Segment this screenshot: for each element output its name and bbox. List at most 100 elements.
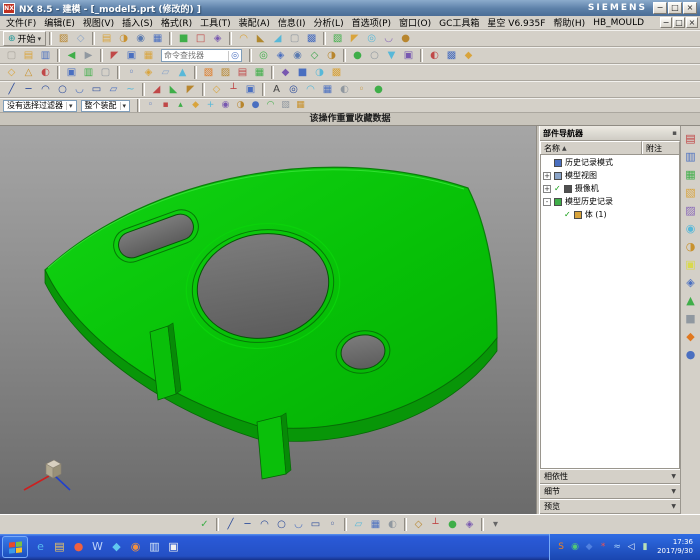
volume-icon[interactable]: ◁	[624, 540, 638, 554]
navigator-section-1[interactable]: 细节▼	[540, 484, 680, 499]
minimize-button[interactable]: −	[653, 2, 667, 14]
profile-icon[interactable]: ╱	[222, 517, 239, 533]
menu-item-10[interactable]: 窗口(O)	[395, 16, 435, 29]
snapshot-icon[interactable]: ▣	[400, 48, 417, 64]
fillet-icon[interactable]: ◡	[290, 517, 307, 533]
new-icon[interactable]: ▢	[3, 48, 20, 64]
hd3d-tools-icon[interactable]: ▨	[683, 203, 699, 218]
fit-view-icon[interactable]: ◈	[272, 48, 289, 64]
start-menu-button[interactable]: ⊕ 开始 ▾	[3, 31, 46, 46]
plane-icon[interactable]: ▱	[157, 65, 174, 81]
intersect-icon[interactable]: ◈	[209, 31, 226, 47]
touch-mode-icon[interactable]: ●	[683, 347, 699, 362]
refresh-icon[interactable]: ◎	[255, 48, 272, 64]
roles-icon[interactable]: ■	[683, 311, 699, 326]
menu-item-6[interactable]: 装配(A)	[235, 16, 274, 29]
reuse-library-icon[interactable]: ▧	[683, 185, 699, 200]
delete-face-icon[interactable]: ▤	[234, 65, 251, 81]
revolve-icon[interactable]: ◑	[115, 31, 132, 47]
copy-icon[interactable]: ▣	[123, 48, 140, 64]
mirror-curve-icon[interactable]: ◐	[336, 82, 353, 98]
process-studio-icon[interactable]: ◈	[683, 275, 699, 290]
resize-face-icon[interactable]: ▦	[251, 65, 268, 81]
constraints-icon[interactable]: ┴	[427, 517, 444, 533]
pan-icon[interactable]: ◇	[306, 48, 323, 64]
studio-spline-icon[interactable]: ~	[122, 82, 139, 98]
existing-point-icon[interactable]: ●	[248, 99, 263, 112]
center-leg[interactable]	[257, 413, 291, 479]
dimension-icon[interactable]: ◇	[208, 82, 225, 98]
pattern-curve-icon[interactable]: ▦	[319, 82, 336, 98]
menu-item-13[interactable]: 帮助(H)	[549, 16, 589, 29]
nx-shortcut-icon[interactable]: ▣	[164, 537, 183, 557]
paste-icon[interactable]: ▦	[140, 48, 157, 64]
quick-extend-icon[interactable]: ◣	[165, 82, 182, 98]
display-constraints-icon[interactable]: ●	[444, 517, 461, 533]
point-icon[interactable]: ◦	[324, 517, 341, 533]
menu-item-1[interactable]: 编辑(E)	[40, 16, 79, 29]
explorer-icon[interactable]: ▤	[50, 537, 69, 557]
geometric-constraints-icon[interactable]: ┴	[225, 82, 242, 98]
menu-item-3[interactable]: 插入(S)	[118, 16, 157, 29]
unite-icon[interactable]: ■	[175, 31, 192, 47]
quadrant-point-icon[interactable]: ◑	[233, 99, 248, 112]
checkmark-icon[interactable]: ✓	[554, 184, 561, 193]
quick-trim-icon[interactable]: ◢	[148, 82, 165, 98]
intersection-snap-icon[interactable]: +	[203, 99, 218, 112]
media-player-icon[interactable]: ●	[69, 537, 88, 557]
circle-icon[interactable]: ○	[54, 82, 71, 98]
menu-item-9[interactable]: 首选项(P)	[348, 16, 395, 29]
close-button[interactable]: ×	[683, 2, 697, 14]
thread-icon[interactable]: ▩	[303, 31, 320, 47]
line-icon[interactable]: ─	[20, 82, 37, 98]
column-header-name[interactable]: 名称 ▲	[540, 141, 642, 154]
menu-item-11[interactable]: GC工具箱	[435, 16, 483, 29]
menu-item-14[interactable]: HB_MOULD	[589, 18, 648, 28]
qq-icon[interactable]: ◆	[107, 537, 126, 557]
swept-icon[interactable]: ◡	[380, 31, 397, 47]
chamfer-icon[interactable]: ◣	[252, 31, 269, 47]
menu-item-2[interactable]: 视图(V)	[79, 16, 118, 29]
mdi-minimize-button[interactable]: −	[660, 17, 672, 28]
mdi-restore-button[interactable]: □	[673, 17, 685, 28]
menu-item-8[interactable]: 分析(L)	[310, 16, 348, 29]
column-header-note[interactable]: 附注	[642, 141, 680, 154]
sketch-icon[interactable]: ▨	[55, 31, 72, 47]
point-icon[interactable]: ◦	[123, 65, 140, 81]
collapse-icon[interactable]: -	[543, 198, 551, 206]
command-finder[interactable]: ◎	[161, 49, 242, 62]
graphics-viewport[interactable]	[0, 126, 536, 514]
edge-blend-icon[interactable]: ◠	[235, 31, 252, 47]
rectangle-icon[interactable]: ▭	[88, 82, 105, 98]
undo-icon[interactable]: ◀	[63, 48, 80, 64]
tube-icon[interactable]: ●	[397, 31, 414, 47]
wave-link-icon[interactable]: ◆	[277, 65, 294, 81]
offset-surface-icon[interactable]: ▧	[329, 31, 346, 47]
measure-distance-icon[interactable]: ◇	[3, 65, 20, 81]
wcs-triad[interactable]	[24, 460, 70, 490]
notepad-icon[interactable]: ▥	[145, 537, 164, 557]
replace-face-icon[interactable]: ▨	[217, 65, 234, 81]
system-scenes-icon[interactable]: ◆	[683, 329, 699, 344]
checkmark-icon[interactable]: ✓	[564, 210, 571, 219]
menu-item-4[interactable]: 格式(R)	[157, 16, 196, 29]
pinwheel-icon[interactable]: *	[596, 540, 610, 554]
auto-constrain-icon[interactable]: ▣	[242, 82, 259, 98]
rectangle-icon[interactable]: ▭	[307, 517, 324, 533]
shaded-icon[interactable]: ●	[349, 48, 366, 64]
scale-body-icon[interactable]: ◎	[363, 31, 380, 47]
menu-item-0[interactable]: 文件(F)	[2, 16, 40, 29]
mirror-curve-icon[interactable]: ◐	[384, 517, 401, 533]
antivirus-shield-icon[interactable]: ◆	[582, 540, 596, 554]
tree-item[interactable]: ✓体 (1)	[541, 208, 679, 221]
manufacturing-wizard-icon[interactable]: ▲	[683, 293, 699, 308]
tree-item[interactable]: 历史记录模式	[541, 156, 679, 169]
wireframe-icon[interactable]: ○	[366, 48, 383, 64]
constraint-navigator-icon[interactable]: ▥	[683, 149, 699, 164]
web-browser-icon[interactable]: ◉	[683, 221, 699, 236]
redo-icon[interactable]: ▶	[80, 48, 97, 64]
tree-item[interactable]: +模型视图	[541, 169, 679, 182]
synchronous-modeling-icon[interactable]: ▧	[200, 65, 217, 81]
subtract-icon[interactable]: □	[192, 31, 209, 47]
offset-curve-icon[interactable]: ▱	[350, 517, 367, 533]
